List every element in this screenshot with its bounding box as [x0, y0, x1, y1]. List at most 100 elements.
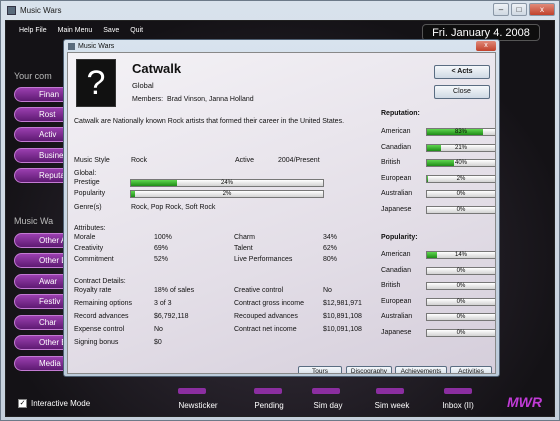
- pending-icon: [254, 388, 282, 394]
- menu-help-file[interactable]: Help File: [18, 26, 48, 35]
- dialog-close-icon[interactable]: x: [476, 41, 496, 51]
- check-icon[interactable]: ✓: [18, 399, 27, 408]
- bottom-bar: ✓ Interactive Mode Newsticker Pending Sim…: [6, 388, 556, 416]
- rating-bar-text: 21%: [454, 144, 467, 151]
- rating-bar-text: 83%: [454, 129, 467, 135]
- attribute-name: Charm: [234, 234, 256, 241]
- window-titlebar[interactable]: Music Wars: [1, 1, 559, 20]
- achievements-button[interactable]: Achievements: [395, 366, 447, 373]
- contract-value: $6,792,118: [154, 313, 189, 320]
- menu-quit[interactable]: Quit: [129, 26, 144, 35]
- act-avatar-icon: ?: [76, 59, 116, 107]
- interactive-mode-toggle[interactable]: ✓ Interactive Mode: [18, 399, 90, 408]
- country-label: British: [381, 282, 401, 289]
- popularity-bar-text: 2%: [222, 191, 232, 197]
- rating-bar-text: 40%: [454, 160, 467, 166]
- contract-value: $0: [154, 339, 162, 346]
- menu-main-menu[interactable]: Main Menu: [57, 26, 94, 35]
- contract-field: Contract gross income: [234, 300, 305, 307]
- popularity-section-label: Popularity:: [381, 234, 418, 241]
- contract-field: Creative control: [234, 287, 284, 294]
- newsticker-icon: [178, 388, 206, 394]
- rating-bar-text: 0%: [456, 329, 466, 336]
- contract-value: $10,891,108: [323, 313, 362, 320]
- dialog-title: Music Wars: [78, 42, 115, 50]
- contract-field: Record advances: [74, 313, 129, 320]
- sim-week-icon: [376, 388, 404, 394]
- mwr-logo: MWR: [507, 394, 542, 410]
- attribute-name: Live Performances: [234, 256, 293, 263]
- activities-button[interactable]: Activities: [450, 366, 492, 373]
- menu-save[interactable]: Save: [102, 26, 120, 35]
- popularity-bar: 2%: [130, 190, 324, 198]
- rating-bar: 0%: [426, 266, 495, 275]
- rating-bar: 0%: [426, 313, 495, 321]
- dialog-titlebar[interactable]: Music Wars: [64, 40, 499, 52]
- contract-field: Remaining options: [74, 300, 132, 307]
- active-label: Active: [235, 157, 255, 164]
- inbox-icon: [444, 388, 472, 394]
- rating-bar: 0%: [426, 297, 495, 306]
- active-value: 2004/Present: [278, 157, 320, 164]
- rating-bar-text: 0%: [456, 283, 466, 289]
- discography-button[interactable]: Discography: [346, 366, 392, 373]
- tours-button[interactable]: Tours: [298, 366, 342, 373]
- country-label: British: [381, 159, 401, 166]
- contract-field: Royalty rate: [74, 287, 112, 294]
- country-label: European: [381, 297, 412, 305]
- rating-bar: 40%: [426, 159, 495, 167]
- music-style-label: Music Style: [74, 157, 110, 164]
- prestige-label: Prestige: [74, 179, 100, 186]
- country-label: Australian: [381, 190, 413, 197]
- attribute-name: Commitment: [74, 256, 114, 263]
- country-label: Australian: [381, 313, 413, 320]
- contract-label: Contract Details:: [74, 278, 126, 285]
- sim-day-icon: [312, 388, 340, 394]
- attribute-value: 100%: [154, 234, 172, 241]
- acts-back-button[interactable]: < Acts: [434, 65, 490, 79]
- country-label: Japanese: [381, 205, 412, 213]
- prestige-bar: 24%: [130, 179, 324, 187]
- attribute-name: Talent: [234, 245, 253, 252]
- contract-field: Expense control: [74, 326, 125, 333]
- inbox-button[interactable]: Inbox (II): [428, 401, 488, 410]
- rating-bar: 0%: [426, 282, 495, 290]
- attribute-value: 52%: [154, 256, 169, 263]
- attribute-value: 34%: [323, 234, 338, 241]
- attribute-value: 69%: [154, 245, 169, 252]
- dialog-app-icon: [68, 42, 75, 50]
- rating-bar: 21%: [426, 143, 495, 152]
- attributes-label: Attributes:: [74, 225, 106, 232]
- attribute-value: 62%: [323, 245, 338, 252]
- close-button[interactable]: x: [529, 3, 555, 16]
- dialog-body: ? Catwalk Global Members: Brad Vinson, J…: [67, 52, 496, 374]
- minimize-button[interactable]: –: [493, 3, 509, 16]
- attribute-name: Morale: [74, 234, 96, 241]
- pending-button[interactable]: Pending: [239, 401, 299, 410]
- dialog-close-button[interactable]: Close: [434, 85, 490, 99]
- sim-day-button[interactable]: Sim day: [298, 401, 358, 410]
- act-scope: Global: [132, 81, 154, 90]
- rating-bar: 0%: [426, 205, 495, 214]
- newsticker-button[interactable]: Newsticker: [168, 401, 228, 410]
- attribute-value: 80%: [323, 256, 338, 263]
- rating-bar-text: 0%: [456, 206, 466, 213]
- country-label: European: [381, 174, 412, 182]
- attribute-name: Creativity: [74, 245, 104, 252]
- sim-week-button[interactable]: Sim week: [362, 401, 422, 410]
- genres-value: Rock, Pop Rock, Soft Rock: [131, 204, 216, 211]
- country-label: American: [381, 128, 411, 135]
- contract-value: No: [154, 326, 163, 333]
- maximize-button[interactable]: □: [511, 3, 527, 16]
- rating-bar-text: 14%: [454, 252, 467, 258]
- rating-bar-text: 0%: [456, 191, 466, 197]
- country-label: American: [381, 251, 411, 258]
- country-label: Canadian: [381, 143, 411, 151]
- country-label: Canadian: [381, 266, 411, 274]
- act-description: Catwalk are Nationally known Rock artist…: [74, 118, 345, 125]
- country-label: Japanese: [381, 328, 412, 336]
- global-label: Global:: [74, 170, 97, 177]
- rating-bar-text: 0%: [456, 267, 466, 274]
- contract-field: Contract net income: [234, 326, 297, 333]
- genres-label: Genre(s): [74, 204, 102, 211]
